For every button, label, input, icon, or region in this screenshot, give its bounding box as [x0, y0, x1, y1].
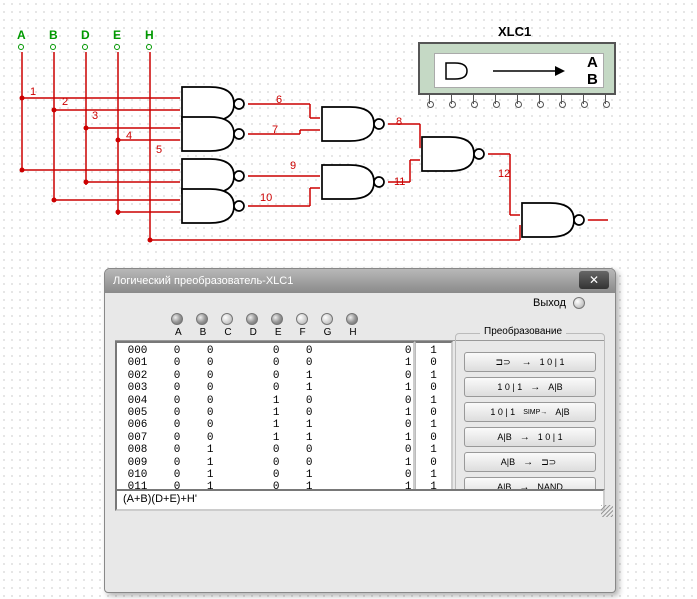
variable-led-row — [171, 313, 605, 325]
truth-table-output[interactable]: 1010101010111 — [415, 341, 453, 511]
var-led[interactable] — [346, 313, 358, 325]
conv-expr-to-circuit[interactable]: A|B→⊐⊃­ — [464, 452, 596, 472]
close-icon: ✕ — [589, 273, 599, 287]
expression-input[interactable]: (A+B)(D+E)+H' — [115, 489, 605, 511]
conv-table-to-expr[interactable]: 1 0 | 1→A|B — [464, 377, 596, 397]
exit-label: Выход — [533, 297, 585, 309]
var-led[interactable] — [196, 313, 208, 325]
nand-gate — [322, 165, 384, 199]
nand-gate — [182, 117, 244, 151]
nand-gate — [182, 189, 244, 223]
conv-table-to-simp-expr[interactable]: 1 0 | 1SIMP→A|B — [464, 402, 596, 422]
conversion-panel: Преобразование ⊐⊃­→1 0 | 1 1 0 | 1→A|B 1… — [455, 333, 605, 511]
nand-gate — [182, 87, 244, 121]
conv-expr-to-table[interactable]: A|B→1 0 | 1 — [464, 427, 596, 447]
circuit-diagram — [0, 20, 620, 250]
resize-grip-icon[interactable] — [601, 505, 613, 517]
var-led[interactable] — [321, 313, 333, 325]
var-led[interactable] — [296, 313, 308, 325]
truth-table-inputs[interactable]: 000 0 0 0 0 0 001 0 0 0 0 1 002 0 0 0 1 … — [115, 341, 415, 511]
dialog-titlebar[interactable]: Логический преобразователь-XLC1 ✕ — [105, 269, 615, 293]
nand-gate — [522, 203, 584, 237]
var-led[interactable] — [221, 313, 233, 325]
led-icon — [573, 297, 585, 309]
nand-gate — [182, 159, 244, 193]
var-led[interactable] — [246, 313, 258, 325]
var-led[interactable] — [171, 313, 183, 325]
dialog-title: Логический преобразователь-XLC1 — [113, 275, 293, 287]
nand-gate — [422, 137, 484, 171]
nand-gate — [322, 107, 384, 141]
close-button[interactable]: ✕ — [579, 271, 609, 289]
conversion-title: Преобразование — [480, 326, 566, 337]
conv-circuit-to-table[interactable]: ⊐⊃­→1 0 | 1 — [464, 352, 596, 372]
logic-converter-dialog: Логический преобразователь-XLC1 ✕ Выход … — [104, 268, 616, 593]
var-led[interactable] — [271, 313, 283, 325]
